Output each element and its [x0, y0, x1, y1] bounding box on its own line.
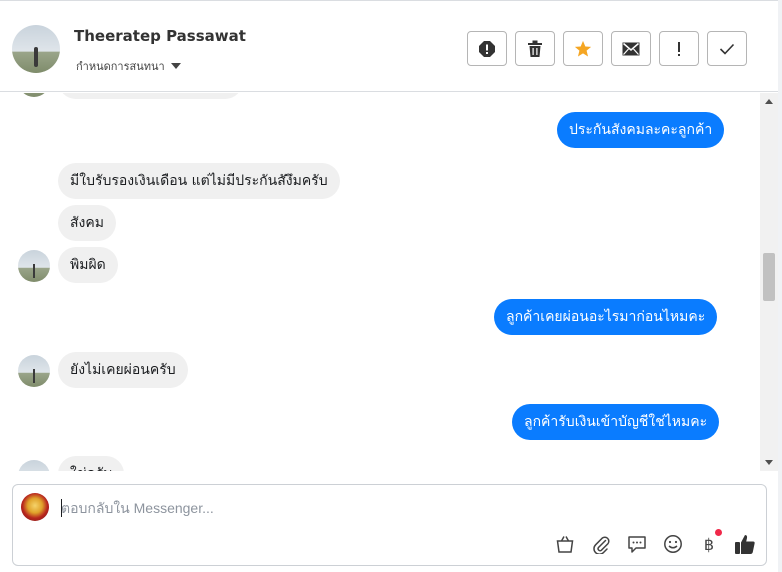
emoji-button[interactable] [662, 533, 684, 555]
follow-up-icon [678, 41, 680, 56]
bag-icon [556, 536, 574, 553]
mail-icon [622, 42, 640, 55]
attach-button[interactable] [590, 533, 612, 555]
like-icon [735, 535, 755, 554]
message-bubble-incoming[interactable]: สังคม [58, 205, 116, 241]
reply-input[interactable] [61, 497, 701, 519]
payment-button[interactable]: ฿ [698, 529, 722, 555]
like-button[interactable] [734, 533, 756, 555]
shop-button[interactable] [554, 533, 576, 555]
star-icon [574, 40, 592, 57]
page-avatar [21, 493, 49, 521]
payment-icon: ฿ [703, 534, 715, 554]
conversation-header: Theeratep Passawat กำหนดการสนทนา [0, 0, 778, 92]
message-bubble-incoming[interactable]: ยังไม่เคยผ่อนครับ [58, 352, 188, 388]
saved-replies-button[interactable] [626, 533, 648, 555]
conversation-toolbar [467, 31, 747, 66]
composer-toolbar: ฿ [554, 529, 756, 555]
message-bubble-outgoing[interactable]: ประกันสังคมละคะลูกค้า [557, 112, 725, 148]
message-bubble-incoming[interactable]: มีใบรับรองเงินเดือน แต่ไม่มีประกันสังึมค… [58, 163, 340, 199]
notification-dot [715, 529, 722, 536]
scrollbar-thumb[interactable] [763, 253, 775, 301]
saved-replies-icon [628, 536, 646, 553]
contact-avatar[interactable] [12, 25, 60, 73]
message-bubble-incoming[interactable]: ใช่ครับ [58, 456, 125, 471]
attachment-icon [593, 536, 610, 554]
caret-down-icon [170, 63, 181, 69]
message-thread[interactable]: ประกันสังคมละคะลูกค้า มีใบรับรองเงินเดือ… [0, 93, 760, 471]
reply-composer: ฿ [12, 484, 767, 566]
scroll-up-arrow-icon[interactable] [765, 99, 773, 104]
mark-done-button[interactable] [707, 31, 747, 66]
message-bubble-incoming[interactable]: พิมผิด [58, 247, 118, 283]
message-bubble-outgoing[interactable]: ลูกค้าเคยผ่อนอะไรมาก่อนไหมคะ [494, 299, 718, 335]
message-bubble-partial [58, 93, 243, 99]
contact-avatar-small [18, 250, 50, 282]
mark-unread-button[interactable] [611, 31, 651, 66]
star-button[interactable] [563, 31, 603, 66]
text-cursor [61, 499, 62, 517]
contact-avatar-small [18, 460, 50, 471]
message-bubble-outgoing[interactable]: ลูกค้ารับเงินเข้าบัญชีใช่ไหมคะ [512, 404, 720, 440]
thread-scrollbar[interactable] [760, 93, 778, 471]
delete-button[interactable] [515, 31, 555, 66]
trash-icon [528, 40, 542, 57]
conversation-label-dropdown[interactable]: กำหนดการสนทนา [76, 57, 181, 75]
check-done-icon [719, 43, 735, 55]
contact-name[interactable]: Theeratep Passawat [74, 27, 246, 45]
contact-avatar-small [18, 93, 50, 97]
mark-spam-button[interactable] [467, 31, 507, 66]
follow-up-button[interactable] [659, 31, 699, 66]
label-dropdown-text: กำหนดการสนทนา [76, 60, 165, 73]
contact-avatar-small [18, 355, 50, 387]
spam-alert-icon [479, 40, 495, 57]
emoji-icon [664, 535, 682, 553]
window-edge [778, 0, 782, 572]
scroll-down-arrow-icon[interactable] [765, 460, 773, 465]
